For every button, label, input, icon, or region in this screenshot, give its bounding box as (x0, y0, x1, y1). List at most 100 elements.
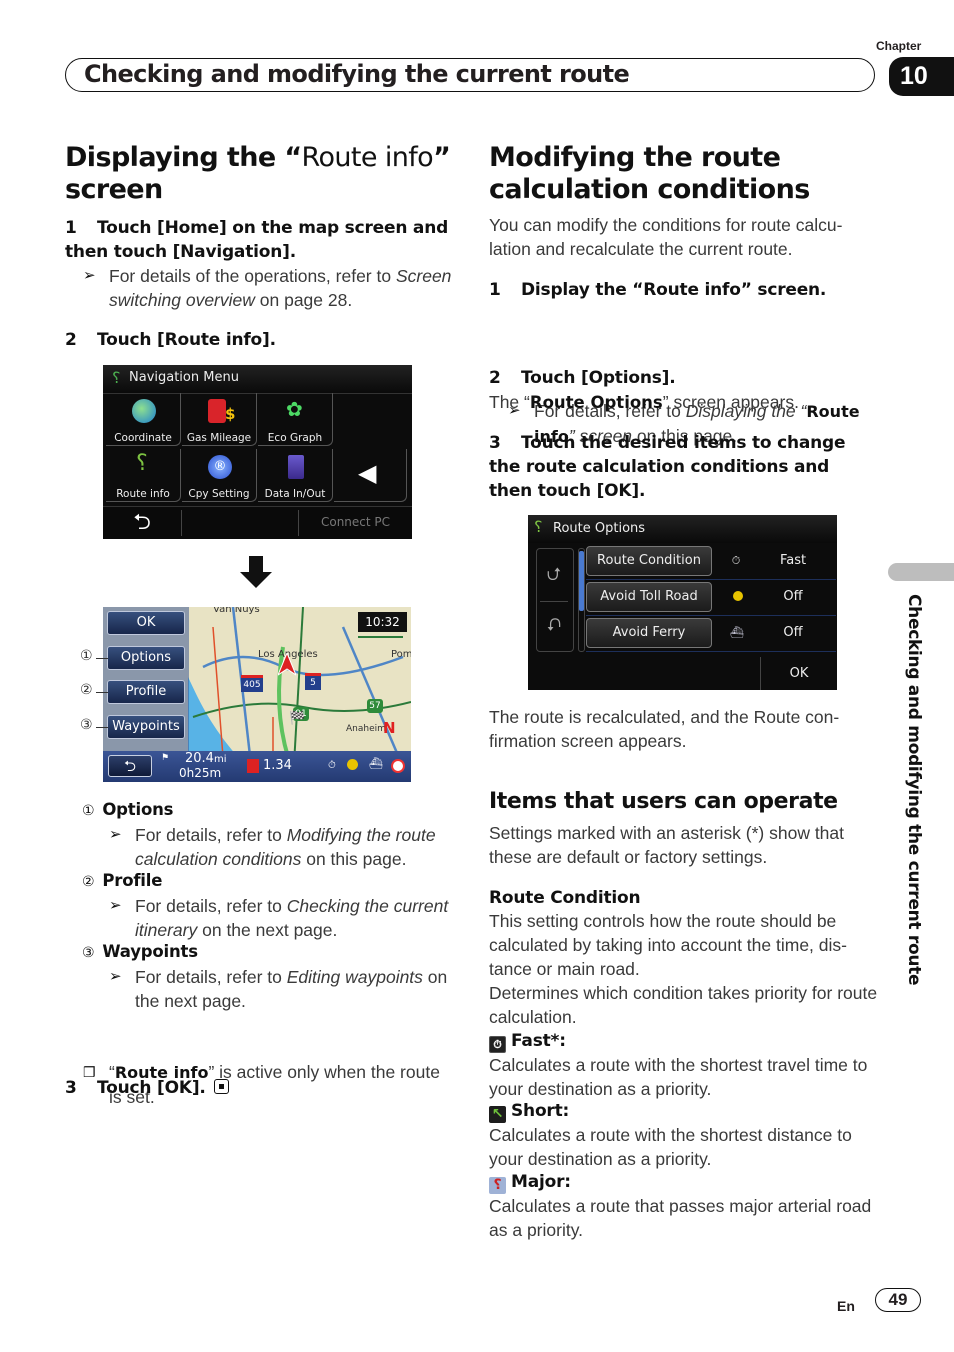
heading-part: calculation conditions (489, 174, 810, 205)
distance-value: 20.4 (185, 751, 214, 766)
result-text: The route is recalculated, and the Route… (489, 707, 840, 751)
heading-part: screen (65, 174, 163, 205)
tile-label: Data In/Out (264, 488, 326, 500)
heading-part: Modifying the route (489, 142, 781, 173)
option-short: ↖ Short: Calculates a route with the shor… (489, 1099, 879, 1171)
arrow-bullet-icon: ➢ (109, 968, 122, 985)
back-button[interactable]: ⮌ (103, 506, 181, 539)
step-text: Touch [Route info]. (97, 330, 276, 350)
menu-tile-eco-graph[interactable]: ✿ Eco Graph (258, 393, 333, 446)
menu-title: Navigation Menu (129, 370, 239, 385)
avoid-ferry-button[interactable]: Avoid Ferry (586, 618, 712, 648)
note-text: For details, refer to (135, 967, 287, 987)
item-title: Waypoints (102, 942, 198, 961)
scrollbar[interactable] (578, 548, 585, 652)
double-chevron-down-icon: ⮏ (546, 615, 562, 636)
scroll-up-button[interactable]: ⮍ (536, 552, 572, 598)
option-label: Major: (511, 1172, 571, 1192)
scroll-down-button[interactable]: ⮏ (536, 603, 572, 649)
note-text: For details, refer to (135, 825, 287, 845)
scrollbar-thumb[interactable] (579, 551, 584, 611)
avoid-toll-road-button[interactable]: Avoid Toll Road (586, 582, 712, 612)
page-number: 49 (875, 1288, 921, 1312)
menu-tile-cpy-setting[interactable]: ® Cpy Setting (182, 449, 257, 502)
step-text: Touch [Home] on the map screen and (97, 218, 449, 238)
menu-tile-coordinate[interactable]: Coordinate (106, 393, 181, 446)
stopwatch-icon: ⏱ (731, 554, 741, 567)
row-divider (586, 579, 836, 580)
tile-label: Gas Mileage (186, 432, 252, 444)
step-number: 2 (489, 368, 501, 388)
toll-coin-icon (733, 591, 743, 601)
note-text: on the next page. (197, 920, 338, 940)
ok-button[interactable]: OK (761, 657, 837, 690)
row-divider (586, 615, 836, 616)
items-heading: Items that users can operate (489, 788, 838, 816)
route-condition-desc: Determines which condition takes priorit… (489, 983, 878, 1027)
navigation-icon: ⸮ (112, 368, 121, 387)
cost-readout: 1.34 (263, 758, 292, 773)
destination-flag-icon: 🏁 (289, 711, 306, 726)
globe-icon (132, 399, 156, 423)
gas-cost-icon (247, 759, 259, 773)
profile-button[interactable]: Profile (107, 680, 185, 704)
route-info-map-screenshot: OK Options Profile Waypoints Van Nuys Lo… (103, 607, 411, 782)
page-reference-link[interactable]: Editing waypoints (287, 967, 423, 987)
step-number: 3 (65, 1078, 77, 1098)
distance-unit: mi (213, 754, 227, 765)
language-label: En (837, 1298, 855, 1314)
step-number: 2 (65, 330, 77, 350)
step-text: Touch the desired items to change the ro… (489, 433, 846, 501)
arrow-bullet-icon: ➢ (109, 826, 122, 843)
screen-title: Route Options (553, 521, 646, 536)
step-1: 1 Touch [Home] on the map screen and then… (65, 216, 455, 264)
route-options-screenshot: ⸮ Route Options ⮍ ⮏ Route Condition ⏱ Fa… (528, 515, 837, 690)
major-road-icon: ⸮ (489, 1177, 506, 1194)
connect-pc-button[interactable]: Connect PC (299, 506, 412, 539)
side-tab-title: Checking and modifying the current route (904, 594, 924, 986)
step-text: then touch [Navigation]. (65, 242, 296, 262)
tile-label: Route info (116, 488, 170, 500)
note-text: on this page. (301, 849, 407, 869)
intro-text: You can modify the conditions for route … (489, 215, 843, 259)
back-arrow-icon: ⮌ (123, 757, 136, 775)
section-heading: Items that users can operate (489, 789, 838, 814)
ok-button[interactable]: OK (107, 611, 185, 635)
distance-readout: 20.4mi (185, 751, 226, 766)
option-major: ⸮ Major: Calculates a route that passes m… (489, 1170, 879, 1242)
option-desc: Calculates a route that passes major art… (489, 1196, 872, 1240)
route-condition-button[interactable]: Route Condition (586, 546, 712, 576)
item-marker: ③ (82, 945, 95, 961)
callout-marker: ② (80, 682, 93, 698)
waypoints-button[interactable]: Waypoints (107, 715, 185, 739)
menu-tile-route-info[interactable]: ⸮ Route info (106, 449, 181, 502)
tile-label: Coordinate (114, 432, 172, 444)
checkered-flag-icon: ⚑ (161, 753, 170, 763)
gas-pump-icon (208, 399, 226, 423)
ferry-icon: ⛴ (730, 626, 744, 639)
option-desc: Calculates a route with the shortest dis… (489, 1125, 852, 1169)
chapter-title-bar: Checking and modifying the current route (65, 58, 875, 92)
heading-part: ” (433, 142, 451, 173)
menu-page-back-button[interactable]: ◀ (334, 449, 407, 502)
highway-shield: 57 (367, 699, 383, 713)
stopwatch-icon: ⏱ (328, 760, 336, 771)
heading-part: Displaying the “ (65, 142, 302, 173)
triangle-left-icon: ◀ (358, 459, 377, 487)
duration-readout: 0h25m (179, 766, 222, 780)
route-condition-title: Route Condition (489, 888, 641, 908)
step-text: Touch [OK]. (97, 1078, 206, 1098)
option-label: Short: (511, 1101, 570, 1121)
row-divider (586, 651, 836, 652)
arrow-bullet-icon: ➢ (109, 897, 122, 914)
menu-tile-data-in-out[interactable]: Data In/Out (258, 449, 333, 502)
options-button[interactable]: Options (107, 646, 185, 670)
menu-tile-gas-mileage[interactable]: $ Gas Mileage (182, 393, 257, 446)
back-button[interactable]: ⮌ (108, 755, 152, 777)
step-number: 1 (65, 218, 77, 238)
chapter-number: 10 (889, 57, 954, 96)
items-intro: Settings marked with an asterisk (*) sho… (489, 823, 845, 867)
down-arrow-icon (240, 556, 272, 588)
chapter-label: Chapter (876, 39, 922, 53)
route-condition-value: Fast (779, 553, 807, 568)
